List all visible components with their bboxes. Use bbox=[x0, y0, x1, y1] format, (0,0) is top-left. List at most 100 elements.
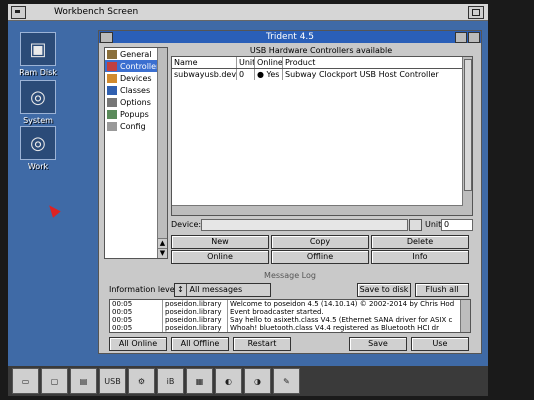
category-label: Config bbox=[120, 121, 146, 131]
table-row[interactable]: subwayusb.device 0 ● Yes Subway Clockpor… bbox=[172, 69, 472, 80]
window-close-gadget[interactable] bbox=[100, 32, 113, 43]
information-level-label: Information level: bbox=[109, 285, 180, 294]
ram-disk-chip-icon: ▣ bbox=[20, 32, 56, 66]
devices-icon bbox=[107, 73, 117, 83]
config-icon bbox=[107, 121, 117, 131]
log-source: poseidon.library bbox=[163, 300, 228, 308]
options-icon bbox=[107, 97, 117, 107]
category-list[interactable]: General Controllers Devices Classes Opti… bbox=[104, 47, 168, 259]
log-scrollbar[interactable] bbox=[460, 300, 470, 332]
cell-online: ● Yes bbox=[255, 69, 283, 80]
log-message: Whoah! bluetooth.class V4.4 registered a… bbox=[230, 324, 439, 332]
category-scrollbar[interactable]: ▲ ▼ bbox=[157, 48, 167, 258]
unit-field[interactable]: 0 bbox=[441, 219, 473, 231]
delete-button[interactable]: Delete bbox=[371, 235, 469, 249]
save-button[interactable]: Save bbox=[349, 337, 407, 351]
window-icon[interactable]: ▢ bbox=[41, 368, 68, 394]
information-level-value: All messages bbox=[189, 285, 243, 294]
log-source: poseidon.library bbox=[163, 324, 228, 332]
shell-icon[interactable]: ▭ bbox=[12, 368, 39, 394]
list-item[interactable]: 00:05 poseidon.library Welcome to poseidon… bbox=[110, 300, 470, 308]
cycle-icon: ↕ bbox=[175, 284, 187, 296]
prefs-icon[interactable]: ▤ bbox=[70, 368, 97, 394]
all-online-button[interactable]: All Online bbox=[109, 337, 167, 351]
ibrowse-icon[interactable]: iB bbox=[157, 368, 184, 394]
log-source: poseidon.library bbox=[163, 308, 228, 316]
online-button[interactable]: Online bbox=[171, 250, 269, 264]
workbench-screen: Workbench Screen ▣ Ram Disk ◎ System ◎ W… bbox=[8, 4, 488, 396]
message-log-list[interactable]: 00:05 poseidon.library Welcome to poseidon… bbox=[109, 299, 471, 333]
scroll-up-icon[interactable]: ▲ bbox=[158, 238, 167, 248]
list-item[interactable]: 00:05 poseidon.library Event broadcaster s… bbox=[110, 308, 470, 316]
system-label: System bbox=[23, 116, 53, 125]
document-icon[interactable]: ▦ bbox=[186, 368, 213, 394]
work-disk-icon: ◎ bbox=[20, 126, 56, 160]
table-header: Name Unit Online Product bbox=[172, 57, 472, 69]
controllers-table[interactable]: Name Unit Online Product subwayusb.devic… bbox=[171, 56, 473, 216]
system-disk-icon: ◎ bbox=[20, 80, 56, 114]
column-header-product[interactable]: Product bbox=[283, 57, 472, 68]
message-log-header: Message Log bbox=[264, 271, 316, 280]
volume-icon[interactable]: ◐ bbox=[215, 368, 242, 394]
device-label: Device: bbox=[171, 220, 202, 229]
general-icon bbox=[107, 49, 117, 59]
scroll-thumb[interactable] bbox=[464, 59, 472, 191]
taskbar: ▭ ▢ ▤ USB ⚙ iB ▦ ◐ ◑ ✎ bbox=[8, 366, 488, 396]
column-header-unit[interactable]: Unit bbox=[237, 57, 255, 68]
window-zoom-gadget[interactable] bbox=[455, 32, 467, 43]
usb-label: USB bbox=[104, 376, 121, 386]
category-label: General bbox=[120, 49, 152, 59]
log-message: Say hello to asixeth.class V4.5 (Etherne… bbox=[230, 316, 453, 324]
cell-name: subwayusb.device bbox=[174, 69, 237, 80]
flush-all-button[interactable]: Flush all bbox=[415, 283, 469, 297]
file-requester-icon[interactable] bbox=[409, 219, 422, 231]
use-button[interactable]: Use bbox=[411, 337, 469, 351]
information-level-cycle[interactable]: ↕ All messages bbox=[174, 283, 271, 297]
table-vertical-scrollbar[interactable] bbox=[462, 57, 472, 215]
log-time: 00:05 bbox=[110, 308, 163, 316]
column-header-name[interactable]: Name bbox=[172, 57, 237, 68]
copy-button[interactable]: Copy bbox=[271, 235, 369, 249]
scroll-down-icon[interactable]: ▼ bbox=[158, 248, 167, 258]
window-title-bar[interactable]: Trident 4.5 bbox=[99, 31, 481, 43]
cell-product: Subway Clockport USB Host Controller bbox=[285, 70, 439, 79]
log-time: 00:05 bbox=[110, 300, 163, 308]
mouse-pointer-icon bbox=[45, 202, 61, 218]
speaker-icon[interactable]: ◑ bbox=[244, 368, 271, 394]
category-label: Options bbox=[120, 97, 151, 107]
column-header-online[interactable]: Online bbox=[255, 57, 283, 68]
all-offline-button[interactable]: All Offline bbox=[171, 337, 229, 351]
workbench-title-bar: Workbench Screen bbox=[8, 4, 488, 21]
tools-icon[interactable]: ⚙ bbox=[128, 368, 155, 394]
info-button[interactable]: Info bbox=[371, 250, 469, 264]
controllers-icon bbox=[107, 61, 117, 71]
screen-close-gadget[interactable] bbox=[11, 6, 26, 19]
popups-icon bbox=[107, 109, 117, 119]
category-label: Devices bbox=[120, 73, 152, 83]
work-label: Work bbox=[27, 162, 49, 171]
pen-icon[interactable]: ✎ bbox=[273, 368, 300, 394]
window-depth-gadget[interactable] bbox=[468, 32, 480, 43]
cell-unit: 0 bbox=[237, 69, 255, 80]
work-drive-icon[interactable]: ◎ Work bbox=[16, 126, 60, 171]
online-indicator-icon: ● bbox=[257, 70, 264, 79]
category-label: Classes bbox=[120, 85, 151, 95]
restart-button[interactable]: Restart bbox=[233, 337, 291, 351]
offline-button[interactable]: Offline bbox=[271, 250, 369, 264]
save-to-disk-button[interactable]: Save to disk bbox=[357, 283, 411, 297]
category-label: Popups bbox=[120, 109, 149, 119]
system-drive-icon[interactable]: ◎ System bbox=[16, 80, 60, 125]
list-item[interactable]: 00:05 poseidon.library Whoah! bluetooth.cl… bbox=[110, 324, 470, 332]
log-time: 00:05 bbox=[110, 316, 163, 324]
window-title: Trident 4.5 bbox=[265, 32, 315, 42]
usb-icon[interactable]: USB bbox=[99, 368, 126, 394]
screen-depth-gadget[interactable] bbox=[468, 6, 484, 19]
table-horizontal-scrollbar[interactable] bbox=[172, 205, 463, 215]
device-field[interactable] bbox=[201, 219, 408, 231]
controllers-group-title: USB Hardware Controllers available bbox=[249, 46, 393, 55]
new-button[interactable]: New bbox=[171, 235, 269, 249]
ram-disk-icon[interactable]: ▣ Ram Disk bbox=[16, 32, 60, 77]
list-item[interactable]: 00:05 poseidon.library Say hello to asixet… bbox=[110, 316, 470, 324]
trident-window: Trident 4.5 General Controllers Devices … bbox=[98, 30, 482, 354]
device-row: Device: Unit: 0 bbox=[171, 219, 473, 231]
